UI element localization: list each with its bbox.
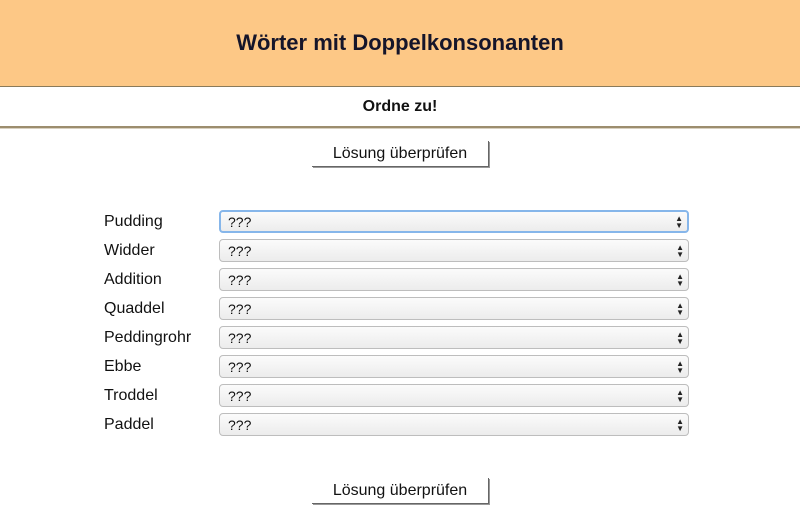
answer-select[interactable]: ??? ▲ ▼ xyxy=(219,355,689,378)
select-value: ??? xyxy=(228,242,252,259)
divider xyxy=(0,126,800,129)
answer-select[interactable]: ??? ▲ ▼ xyxy=(219,268,689,291)
word-label: Peddingrohr xyxy=(104,328,192,346)
word-label: Quaddel xyxy=(104,299,165,317)
list-item: Addition ??? ▲ ▼ xyxy=(104,265,689,294)
answer-select[interactable]: ??? ▲ ▼ xyxy=(219,210,689,233)
list-item: Widder ??? ▲ ▼ xyxy=(104,236,689,265)
up-down-arrows-icon: ▲ ▼ xyxy=(676,242,684,259)
up-down-arrows-icon: ▲ ▼ xyxy=(676,387,684,404)
word-label: Ebbe xyxy=(104,357,142,375)
answer-select[interactable]: ??? ▲ ▼ xyxy=(219,239,689,262)
up-down-arrows-icon: ▲ ▼ xyxy=(676,329,684,346)
answer-select[interactable]: ??? ▲ ▼ xyxy=(219,326,689,349)
list-item: Troddel ??? ▲ ▼ xyxy=(104,381,689,410)
list-item: Pudding ??? ▲ ▼ xyxy=(104,207,689,236)
select-value: ??? xyxy=(228,358,252,375)
up-down-arrows-icon: ▲ ▼ xyxy=(676,300,684,317)
check-solution-button-top[interactable]: Lösung überprüfen xyxy=(312,141,489,167)
up-down-arrows-icon: ▲ ▼ xyxy=(675,213,683,230)
answer-select[interactable]: ??? ▲ ▼ xyxy=(219,384,689,407)
list-item: Ebbe ??? ▲ ▼ xyxy=(104,352,689,381)
select-value: ??? xyxy=(228,387,252,404)
up-down-arrows-icon: ▲ ▼ xyxy=(676,271,684,288)
page-title: Wörter mit Doppelkonsonanten xyxy=(236,30,564,55)
word-label: Addition xyxy=(104,270,162,288)
up-down-arrows-icon: ▲ ▼ xyxy=(676,358,684,375)
word-label: Pudding xyxy=(104,212,163,230)
up-down-arrows-icon: ▲ ▼ xyxy=(676,416,684,433)
instruction-text: Ordne zu! xyxy=(362,97,438,115)
answer-select[interactable]: ??? ▲ ▼ xyxy=(219,413,689,436)
matching-list: Pudding ??? ▲ ▼ Widder ??? ▲ ▼ Addition ??… xyxy=(104,207,689,439)
list-item: Quaddel ??? ▲ ▼ xyxy=(104,294,689,323)
check-solution-button-bottom[interactable]: Lösung überprüfen xyxy=(312,478,489,504)
select-value: ??? xyxy=(228,300,252,317)
select-value: ??? xyxy=(228,271,252,288)
header-banner: Wörter mit Doppelkonsonanten xyxy=(0,0,800,87)
word-label: Troddel xyxy=(104,386,158,404)
list-item: Paddel ??? ▲ ▼ xyxy=(104,410,689,439)
list-item: Peddingrohr ??? ▲ ▼ xyxy=(104,323,689,352)
answer-select[interactable]: ??? ▲ ▼ xyxy=(219,297,689,320)
select-value: ??? xyxy=(228,416,252,433)
word-label: Paddel xyxy=(104,415,154,433)
word-label: Widder xyxy=(104,241,155,259)
select-value: ??? xyxy=(228,213,252,230)
select-value: ??? xyxy=(228,329,252,346)
